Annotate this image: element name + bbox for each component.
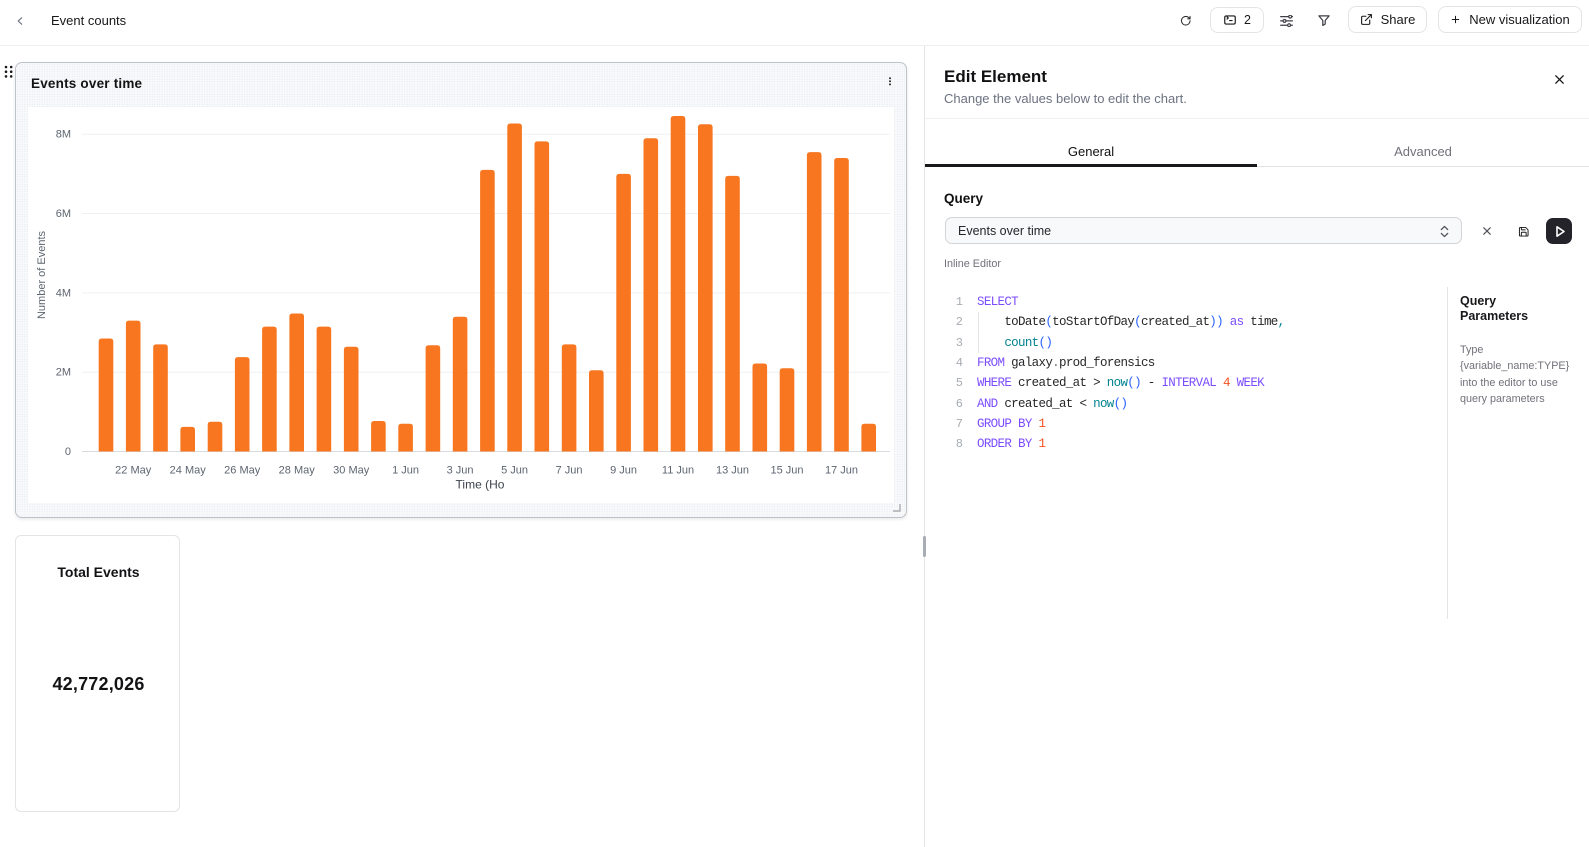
svg-text:17 Jun: 17 Jun — [825, 465, 858, 477]
svg-text:8M: 8M — [56, 129, 71, 141]
svg-text:30 May: 30 May — [333, 465, 370, 477]
svg-text:4M: 4M — [56, 287, 71, 299]
svg-text:0: 0 — [65, 446, 71, 458]
svg-text:3 Jun: 3 Jun — [447, 465, 474, 477]
svg-text:7 Jun: 7 Jun — [556, 465, 583, 477]
svg-text:9 Jun: 9 Jun — [610, 465, 637, 477]
svg-text:28 May: 28 May — [279, 465, 316, 477]
svg-text:11 Jun: 11 Jun — [662, 465, 694, 477]
svg-text:Number of Events: Number of Events — [36, 230, 48, 319]
svg-text:Time (Ho: Time (Ho — [456, 478, 505, 492]
svg-text:22 May: 22 May — [115, 465, 152, 477]
svg-text:1 Jun: 1 Jun — [392, 465, 419, 477]
svg-text:2M: 2M — [56, 367, 71, 379]
svg-text:5 Jun: 5 Jun — [501, 465, 528, 477]
svg-text:26 May: 26 May — [224, 465, 261, 477]
svg-text:15 Jun: 15 Jun — [770, 465, 803, 477]
svg-text:13 Jun: 13 Jun — [716, 465, 749, 477]
svg-text:24 May: 24 May — [170, 465, 207, 477]
svg-text:6M: 6M — [56, 208, 71, 220]
